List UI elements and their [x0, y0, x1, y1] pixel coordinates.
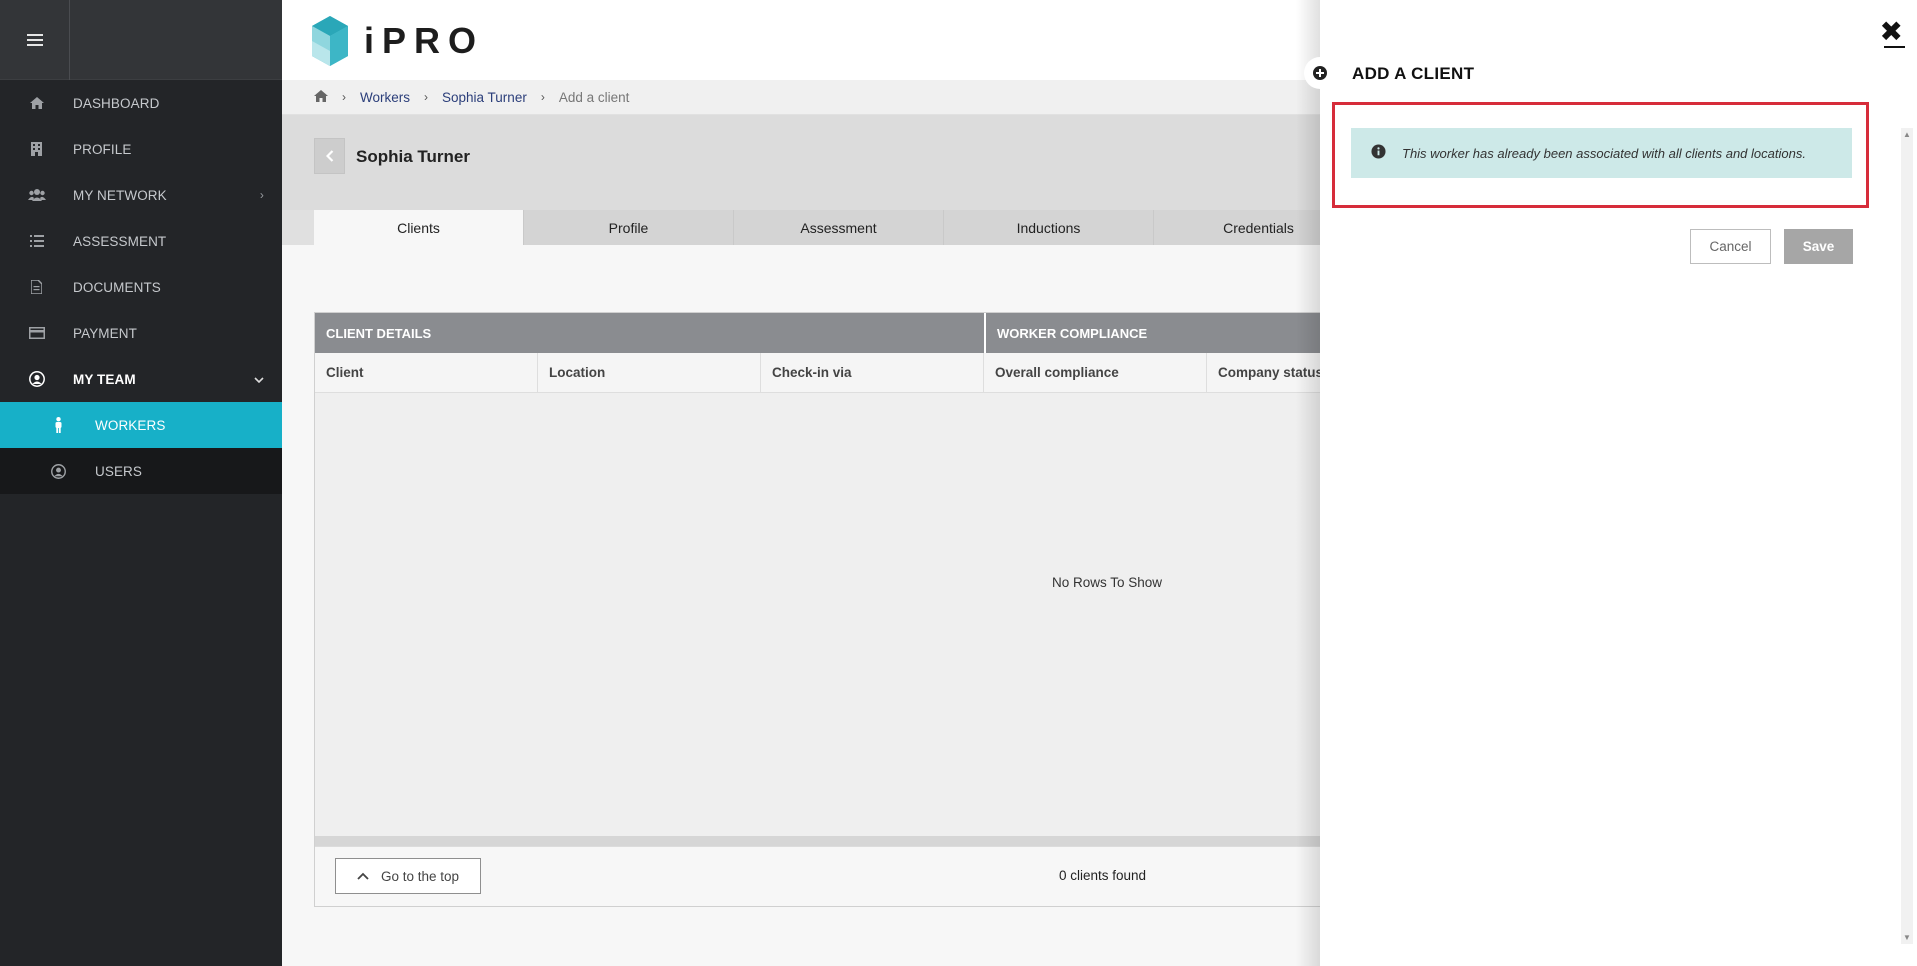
- go-to-top-button[interactable]: Go to the top: [335, 858, 481, 894]
- building-icon: [0, 142, 73, 156]
- drawer-title: ADD A CLIENT: [1352, 64, 1475, 83]
- info-alert: This worker has already been associated …: [1351, 128, 1852, 178]
- sidebar-item-my-team[interactable]: MY TEAM: [0, 356, 282, 402]
- drawer-shadow: [1296, 0, 1320, 966]
- hamburger-icon: [26, 34, 43, 46]
- user-circle-icon: [0, 371, 73, 387]
- breadcrumb-separator: ›: [342, 90, 346, 104]
- add-client-drawer: ✖ ADD A CLIENT This worker has already b…: [1304, 0, 1917, 966]
- logo-text: iPRO: [364, 20, 485, 61]
- no-rows-message: No Rows To Show: [1052, 575, 1163, 590]
- column-client[interactable]: Client: [315, 353, 538, 392]
- sidebar-item-documents[interactable]: DOCUMENTS: [0, 264, 282, 310]
- sidebar-item-my-network[interactable]: MY NETWORK ›: [0, 172, 282, 218]
- breadcrumb-separator: ›: [424, 90, 429, 104]
- back-button[interactable]: [314, 138, 345, 174]
- chevron-up-icon: [357, 872, 369, 880]
- cancel-button[interactable]: Cancel: [1690, 229, 1771, 264]
- tab-bar: Clients Profile Assessment Inductions Cr…: [314, 210, 1364, 245]
- breadcrumb-current: Add a client: [558, 89, 630, 105]
- tab-assessment[interactable]: Assessment: [734, 210, 944, 245]
- person-icon: [46, 417, 70, 433]
- save-button[interactable]: Save: [1784, 229, 1853, 264]
- vertical-scrollbar[interactable]: ▲ ▼: [1901, 128, 1913, 944]
- close-underline: [1884, 46, 1905, 48]
- credit-card-icon: [0, 327, 73, 339]
- sidebar-item-payment[interactable]: PAYMENT: [0, 310, 282, 356]
- sidebar-item-label: PROFILE: [73, 141, 132, 157]
- go-to-top-label: Go to the top: [380, 868, 460, 884]
- user-circle-icon: [46, 463, 70, 479]
- sidebar-item-users[interactable]: USERS: [0, 448, 282, 494]
- users-icon: [0, 189, 73, 201]
- breadcrumb-worker-link[interactable]: Sophia Turner: [442, 90, 527, 105]
- info-icon: [1371, 144, 1386, 162]
- breadcrumb-workers-link[interactable]: Workers: [360, 90, 410, 105]
- tab-inductions[interactable]: Inductions: [944, 210, 1154, 245]
- sidebar-item-label: DASHBOARD: [73, 95, 160, 111]
- menu-toggle-button[interactable]: [0, 0, 70, 80]
- list-icon: [0, 235, 73, 247]
- sidebar-item-assessment[interactable]: ASSESSMENT: [0, 218, 282, 264]
- scroll-up-arrow[interactable]: ▲: [1903, 130, 1911, 139]
- sidebar-item-label: PAYMENT: [73, 325, 137, 341]
- home-icon[interactable]: [314, 89, 328, 105]
- clients-count: 0 clients found: [1059, 868, 1147, 883]
- column-location[interactable]: Location: [538, 353, 761, 392]
- group-client-details: CLIENT DETAILS: [315, 313, 984, 353]
- sidebar-item-dashboard[interactable]: DASHBOARD: [0, 80, 282, 126]
- sidebar-item-workers[interactable]: WORKERS: [0, 402, 282, 448]
- column-overall-compliance[interactable]: Overall compliance: [984, 353, 1207, 392]
- sidebar-submenu: WORKERS USERS: [0, 402, 282, 494]
- sidebar: DASHBOARD PROFILE MY NETWORK › ASSESSMEN…: [0, 0, 282, 966]
- logo-icon: [312, 16, 348, 66]
- sidebar-item-label: WORKERS: [95, 417, 166, 433]
- tab-clients[interactable]: Clients: [314, 210, 524, 245]
- chevron-down-icon: [254, 372, 264, 386]
- app-logo[interactable]: iPRO: [312, 16, 484, 66]
- sidebar-item-label: USERS: [95, 463, 143, 479]
- close-icon[interactable]: ✖: [1880, 18, 1903, 46]
- sidebar-item-label: MY NETWORK: [73, 187, 167, 203]
- home-icon: [0, 97, 73, 109]
- sidebar-item-label: DOCUMENTS: [73, 279, 161, 295]
- page-title: Sophia Turner: [356, 147, 470, 166]
- scroll-down-arrow[interactable]: ▼: [1903, 933, 1911, 942]
- plus-circle-icon: [1304, 57, 1336, 89]
- column-check-in-via[interactable]: Check-in via: [761, 353, 984, 392]
- chevron-left-icon: [325, 150, 333, 162]
- chevron-right-icon: ›: [259, 188, 264, 202]
- sidebar-header: [0, 0, 282, 80]
- document-icon: [0, 280, 73, 294]
- sidebar-item-label: MY TEAM: [73, 371, 136, 387]
- sidebar-item-label: ASSESSMENT: [73, 233, 167, 249]
- tab-profile[interactable]: Profile: [524, 210, 734, 245]
- sidebar-item-profile[interactable]: PROFILE: [0, 126, 282, 172]
- sidebar-nav: DASHBOARD PROFILE MY NETWORK › ASSESSMEN…: [0, 80, 282, 494]
- breadcrumb-separator: ›: [540, 90, 545, 104]
- alert-message: This worker has already been associated …: [1402, 145, 1806, 161]
